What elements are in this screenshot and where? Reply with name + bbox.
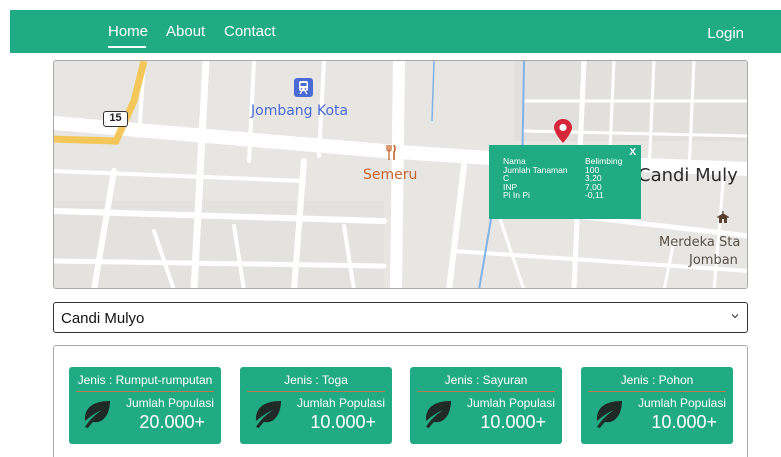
leaf-icon	[84, 401, 110, 428]
card-divider	[588, 391, 726, 392]
restaurant-icon	[385, 144, 397, 166]
card-label: Jumlah Populasi	[296, 396, 385, 410]
road-number-badge: 15	[103, 111, 128, 127]
card-divider	[417, 391, 555, 392]
nav-active-underline	[108, 46, 146, 48]
chevron-down-icon	[731, 314, 739, 319]
popup-close-button[interactable]: X	[629, 147, 636, 158]
population-card-sayuran: Jenis : Sayuran Jumlah Populasi 10.000+	[410, 367, 562, 444]
popup-info-table: Nama Belimbing Jumlah Tanaman 100 C 3,20…	[503, 157, 622, 200]
popup-row: Jumlah Tanaman 100	[503, 164, 622, 175]
card-value: 10.000+	[651, 412, 717, 432]
leaf-icon	[425, 401, 451, 428]
card-value: 10.000+	[480, 412, 546, 432]
population-card-pohon: Jenis : Pohon Jumlah Populasi 10.000+	[581, 367, 733, 444]
popup-row: Pi In Pi -0,11	[503, 191, 622, 200]
card-title: Jenis : Rumput-rumputan	[77, 373, 213, 387]
map-view[interactable]: 15 Jombang Kota Semeru Candi Muly Merdek…	[53, 60, 748, 289]
nav-home-link[interactable]: Home	[108, 23, 148, 41]
location-select-value: Candi Mulyo	[61, 310, 145, 327]
nav-about-link[interactable]: About	[166, 23, 205, 41]
population-card-rumput: Jenis : Rumput-rumputan Jumlah Populasi …	[69, 367, 221, 444]
popup-key: Pi In Pi	[503, 190, 530, 201]
nav-contact-link[interactable]: Contact	[224, 23, 276, 41]
card-label: Jumlah Populasi	[466, 396, 555, 410]
map-label-jombang-kota: Jombang Kota	[251, 103, 349, 119]
map-label-merdeka: Merdeka Sta	[659, 235, 741, 250]
location-select[interactable]: Candi Mulyo	[53, 302, 748, 333]
popup-value: -0,11	[585, 190, 604, 201]
train-station-icon	[294, 78, 313, 97]
card-title: Jenis : Pohon	[620, 373, 694, 387]
popup-key: Jumlah Tanaman	[503, 164, 568, 175]
map-label-candi-mulyo: Candi Muly	[638, 165, 738, 186]
leaf-icon	[255, 401, 281, 428]
card-divider	[247, 391, 385, 392]
card-label: Jumlah Populasi	[125, 396, 214, 410]
card-value: 10.000+	[310, 412, 376, 432]
card-label: Jumlah Populasi	[637, 396, 726, 410]
map-info-popup: X Nama Belimbing Jumlah Tanaman 100 C 3,…	[489, 145, 641, 219]
population-card-toga: Jenis : Toga Jumlah Populasi 10.000+	[240, 367, 392, 444]
leaf-icon	[596, 401, 622, 428]
card-divider	[76, 391, 214, 392]
navbar: Home About Contact Login	[10, 10, 781, 53]
login-link[interactable]: Login	[707, 25, 744, 43]
building-icon	[715, 211, 731, 229]
card-value: 20.000+	[139, 412, 205, 432]
map-label-jomban: Jomban	[689, 253, 738, 268]
popup-row: C 3,20	[503, 174, 622, 183]
card-title: Jenis : Toga	[284, 373, 348, 387]
card-title: Jenis : Sayuran	[444, 373, 528, 387]
location-marker-icon[interactable]	[554, 119, 572, 148]
map-label-semeru: Semeru	[363, 167, 418, 183]
